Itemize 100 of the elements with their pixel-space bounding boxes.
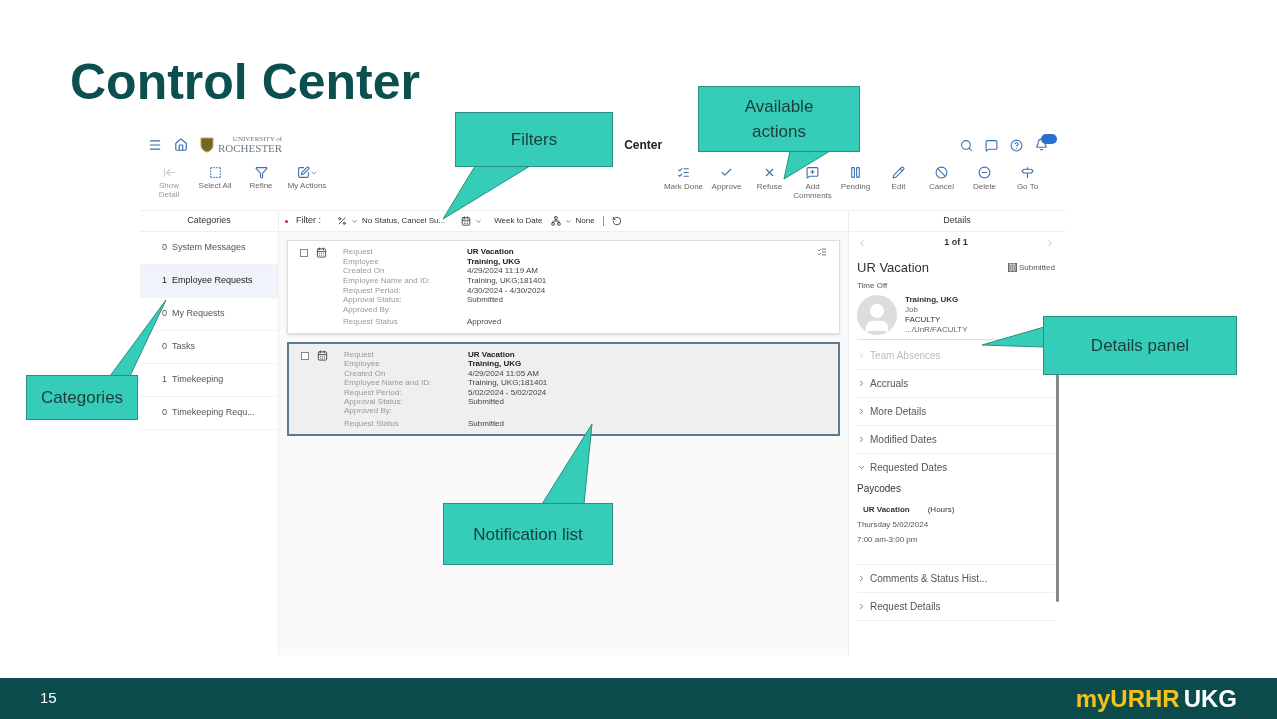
caret-icon xyxy=(475,217,483,225)
field-label: Request Period: xyxy=(343,285,402,296)
field-value: Submitted xyxy=(468,418,506,428)
accordion-header[interactable]: Request Details xyxy=(857,592,941,620)
request-time: 7:00 am-3:00 pm xyxy=(857,533,918,546)
funnel-icon xyxy=(254,166,268,179)
field-label: Request Period: xyxy=(344,387,403,397)
status-filter[interactable]: No Status, Cancel Su... xyxy=(337,215,446,227)
signpost-icon xyxy=(1021,166,1034,179)
column-header: Categories xyxy=(187,215,231,226)
group-filter[interactable]: None xyxy=(550,215,595,227)
arrow-to-line-icon xyxy=(162,166,176,179)
pause-icon xyxy=(1007,263,1017,273)
column-header: Details xyxy=(943,214,971,228)
chat-icon[interactable] xyxy=(985,138,998,152)
accordion-header[interactable]: More Details xyxy=(857,397,927,425)
help-icon[interactable] xyxy=(1010,138,1023,152)
callout: Categories xyxy=(26,375,138,420)
toolbar-button[interactable]: Select All xyxy=(192,166,238,190)
checkbox[interactable] xyxy=(300,249,308,257)
accordion-header[interactable]: Requested Dates xyxy=(857,453,948,481)
caret-icon xyxy=(564,217,572,225)
action-button[interactable]: Approve xyxy=(705,166,748,200)
checkbox[interactable] xyxy=(301,352,309,360)
field-label: Request xyxy=(343,247,374,257)
field-label: Request Status xyxy=(344,418,400,428)
section-heading: Paycodes xyxy=(857,481,901,496)
action-button[interactable]: Go To xyxy=(1006,166,1049,200)
field-value: 5/02/2024 - 5/02/2024 xyxy=(468,387,548,397)
field-label: Created On xyxy=(344,368,387,379)
toolbar-button[interactable]: My Actions xyxy=(284,166,330,190)
field-label: Employee xyxy=(344,359,381,369)
chevron-right-icon xyxy=(857,601,866,611)
action-button[interactable]: Delete xyxy=(963,166,1006,200)
action-button[interactable]: Add Comments xyxy=(791,166,834,200)
field-value: 4/29/2024 11:19 AM xyxy=(467,266,540,276)
hierarchy-icon xyxy=(550,216,561,226)
home-icon[interactable] xyxy=(174,138,188,152)
paycode-unit: (Hours) xyxy=(927,503,955,516)
field-value: Approved xyxy=(467,317,503,327)
category-item[interactable]: 1 Employee Requests xyxy=(140,265,278,298)
menu-icon[interactable] xyxy=(148,138,162,152)
paycode-name: UR Vacation xyxy=(863,503,910,516)
details-subtitle: Time Off xyxy=(857,279,888,292)
calendar-icon xyxy=(316,247,327,258)
field-value: UR Vacation xyxy=(468,350,516,360)
square-icon xyxy=(208,166,222,179)
comment-plus-icon xyxy=(806,166,819,179)
callout: Filters xyxy=(455,112,613,167)
org-path: .../UnR/FACULTY xyxy=(905,324,968,335)
field-value: Training, UKG;181401 xyxy=(468,378,548,388)
page-number: 15 xyxy=(40,688,57,709)
field-label: Request xyxy=(344,350,375,360)
field-value: Training, UKG xyxy=(467,256,522,267)
field-value: 4/29/2024 11:05 AM xyxy=(468,368,541,379)
footer-logo: myURHR UKG xyxy=(1075,683,1237,714)
action-button[interactable]: Edit xyxy=(877,166,920,200)
checklist-icon[interactable] xyxy=(817,247,827,257)
field-label: Created On xyxy=(343,266,386,276)
chevron-right-icon xyxy=(857,378,866,388)
field-value: Training, UKG;181401 xyxy=(467,275,547,286)
close-icon xyxy=(763,166,776,179)
pen-square-icon xyxy=(296,166,310,179)
action-button[interactable]: Pending xyxy=(834,166,877,200)
minus-circle-icon xyxy=(978,166,991,179)
field-label: Approved By: xyxy=(343,304,393,315)
percent-icon xyxy=(337,216,347,226)
page-title: Center xyxy=(624,137,663,154)
accordion-header[interactable]: Accruals xyxy=(857,369,909,397)
reset-icon[interactable] xyxy=(611,216,622,226)
action-button[interactable]: Mark Done xyxy=(662,166,705,200)
action-button[interactable]: Cancel xyxy=(920,166,963,200)
avatar-icon xyxy=(857,294,897,335)
chevron-right-icon xyxy=(857,406,866,416)
search-icon[interactable] xyxy=(960,138,973,152)
field-value: Submitted xyxy=(467,295,505,305)
details-title: UR Vacation xyxy=(857,259,929,277)
field-label: Approved By: xyxy=(344,406,394,416)
callout: Details panel xyxy=(1043,316,1237,375)
field-label: Request Status xyxy=(343,317,399,327)
check-icon xyxy=(720,166,733,179)
notification-card[interactable] xyxy=(287,342,840,436)
pause-icon xyxy=(849,166,862,179)
checklist-icon xyxy=(677,166,690,179)
employee-name: Training, UKG xyxy=(905,294,959,305)
job-title: FACULTY xyxy=(905,314,941,325)
pager-text: 1 of 1 xyxy=(944,236,968,250)
field-value: Submitted xyxy=(468,396,506,407)
logo-wordmark: ROCHESTER xyxy=(218,143,283,154)
accordion-header[interactable]: Modified Dates xyxy=(857,425,937,453)
pencil-icon xyxy=(892,166,905,179)
status-label: Submitted xyxy=(1007,261,1055,274)
chevron-right-icon xyxy=(857,434,866,444)
ban-icon xyxy=(935,166,948,179)
job-label: Job xyxy=(905,304,918,315)
toolbar-button[interactable]: Refine xyxy=(238,166,284,190)
scrollbar[interactable] xyxy=(1056,374,1059,602)
accordion-header[interactable]: Comments & Status Hist... xyxy=(857,564,988,592)
field-label: Approval Status: xyxy=(343,295,403,305)
chevron-right-icon xyxy=(857,350,866,360)
